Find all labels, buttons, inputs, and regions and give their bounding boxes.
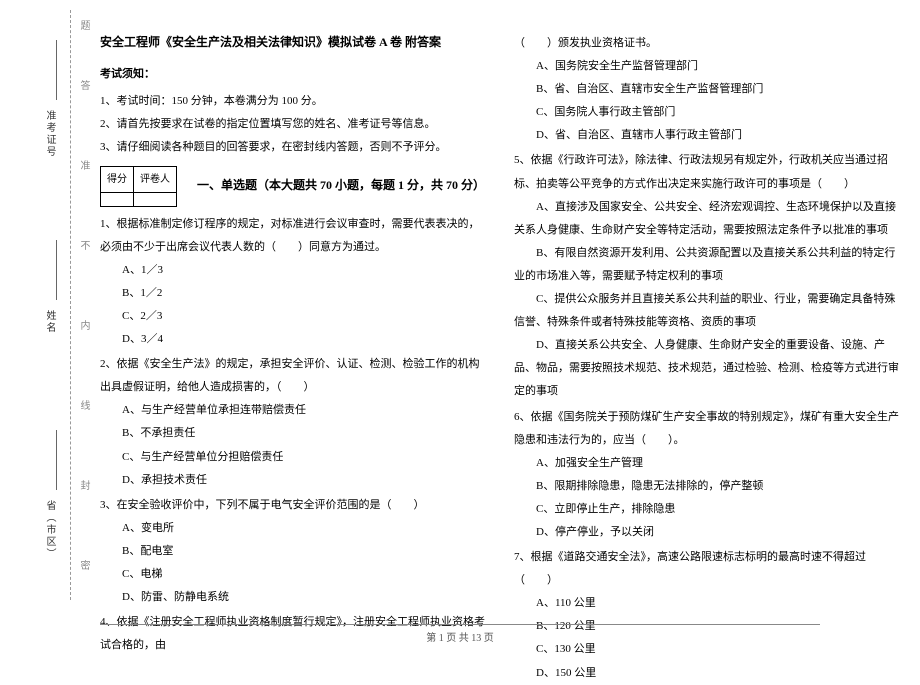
binding-dashed-line (70, 10, 71, 600)
binding-field-name: 姓名 (42, 310, 57, 334)
q5-stem: 5、依据《行政许可法》，除法律、行政法规另有规定外，行政机关应当通过招标、拍卖等… (514, 149, 900, 195)
q5-opt-c: C、提供公众服务并且直接关系公共利益的职业、行业，需要确定具备特殊信誉、特殊条件… (514, 288, 900, 334)
left-column: 安全工程师《安全生产法及相关法律知识》模拟试卷 A 卷 附答案 考试须知： 1、… (100, 30, 486, 685)
q1-opt-c: C、2／3 (100, 305, 486, 328)
seal-mark-ti: 题 (76, 20, 91, 30)
q5-opt-a: A、直接涉及国家安全、公共安全、经济宏观调控、生态环境保护以及直接关系人身健康、… (514, 196, 900, 242)
seal-mark-da: 答 (76, 80, 91, 90)
q7-opt-d: D、150 公里 (514, 662, 900, 685)
q1-opt-b: B、1／2 (100, 282, 486, 305)
q4-tail: （ ）颁发执业资格证书。 (514, 32, 900, 55)
q4-opt-a: A、国务院安全生产监督管理部门 (514, 55, 900, 78)
score-row: 得分 评卷人 一、单选题（本大题共 70 小题，每题 1 分，共 70 分） (100, 166, 485, 207)
seal-mark-zhun: 准 (76, 160, 91, 170)
q1-opt-a: A、1／3 (100, 259, 486, 282)
q5-opt-b: B、有限自然资源开发利用、公共资源配置以及直接关系公共利益的特定行业的市场准入等… (514, 242, 900, 288)
q7-opt-a: A、110 公里 (514, 592, 900, 615)
binding-field-province: 省（市区） (42, 500, 57, 560)
score-header-score: 得分 (101, 166, 134, 192)
notice-heading: 考试须知： (100, 63, 486, 86)
q4-opt-d: D、省、自治区、直辖市人事行政主管部门 (514, 124, 900, 147)
q6-opt-a: A、加强安全生产管理 (514, 452, 900, 475)
binding-field-ticket: 准考证号 (42, 110, 57, 158)
notice-item-1: 1、考试时间：150 分钟，本卷满分为 100 分。 (100, 90, 486, 113)
seal-mark-xian: 线 (76, 400, 91, 410)
q3-opt-b: B、配电室 (100, 540, 486, 563)
q4-opt-c: C、国务院人事行政主管部门 (514, 101, 900, 124)
section-1-title: 一、单选题（本大题共 70 小题，每题 1 分，共 70 分） (197, 173, 485, 198)
q5-opt-d: D、直接关系公共安全、人身健康、生命财产安全的重要设备、设施、产品、物品，需要按… (514, 334, 900, 403)
seal-mark-nei: 内 (76, 320, 91, 330)
page-footer: 第 1 页 共 13 页 (0, 624, 920, 644)
q6-stem: 6、依据《国务院关于预防煤矿生产安全事故的特别规定》，煤矿有重大安全生产隐患和违… (514, 406, 900, 452)
q4-opt-b: B、省、自治区、直辖市安全生产监督管理部门 (514, 78, 900, 101)
q6-opt-b: B、限期排除隐患，隐患无法排除的，停产整顿 (514, 475, 900, 498)
binding-margin: 省（市区） 姓名 准考证号 密 封 线 内 不 准 答 题 (0, 0, 90, 620)
q6-opt-d: D、停产停业，予以关闭 (514, 521, 900, 544)
notice-item-2: 2、请首先按要求在试卷的指定位置填写您的姓名、准考证号等信息。 (100, 113, 486, 136)
binding-underline-ticket (56, 40, 57, 100)
q7-stem: 7、根据《道路交通安全法》，高速公路限速标志标明的最高时速不得超过（ ） (514, 546, 900, 592)
q1-stem: 1、根据标准制定修订程序的规定，对标准进行会议审查时，需要代表表决的，必须由不少… (100, 213, 486, 259)
q3-opt-d: D、防雷、防静电系统 (100, 586, 486, 609)
exam-title: 安全工程师《安全生产法及相关法律知识》模拟试卷 A 卷 附答案 (100, 30, 486, 55)
binding-underline-province (56, 430, 57, 490)
q2-opt-c: C、与生产经营单位分担赔偿责任 (100, 446, 486, 469)
q3-stem: 3、在安全验收评价中，下列不属于电气安全评价范围的是（ ） (100, 494, 486, 517)
q6-opt-c: C、立即停止生产，排除隐患 (514, 498, 900, 521)
score-header-grader: 评卷人 (134, 166, 177, 192)
q3-opt-c: C、电梯 (100, 563, 486, 586)
q2-opt-a: A、与生产经营单位承担连带赔偿责任 (100, 399, 486, 422)
content-area: 安全工程师《安全生产法及相关法律知识》模拟试卷 A 卷 附答案 考试须知： 1、… (100, 30, 900, 685)
seal-mark-feng: 封 (76, 480, 91, 490)
score-cell-grader (134, 192, 177, 206)
q2-stem: 2、依据《安全生产法》的规定，承担安全评价、认证、检测、检验工作的机构出具虚假证… (100, 353, 486, 399)
seal-mark-mi: 密 (76, 560, 91, 570)
footer-divider (100, 624, 820, 625)
q1-opt-d: D、3／4 (100, 328, 486, 351)
score-cell-score (101, 192, 134, 206)
q2-opt-b: B、不承担责任 (100, 422, 486, 445)
page-number: 第 1 页 共 13 页 (426, 633, 494, 644)
q2-opt-d: D、承担技术责任 (100, 469, 486, 492)
q3-opt-a: A、变电所 (100, 517, 486, 540)
binding-underline-name (56, 240, 57, 300)
notice-item-3: 3、请仔细阅读各种题目的回答要求，在密封线内答题，否则不予评分。 (100, 136, 486, 159)
score-table: 得分 评卷人 (100, 166, 177, 207)
seal-mark-bu: 不 (76, 240, 91, 250)
right-column: （ ）颁发执业资格证书。 A、国务院安全生产监督管理部门 B、省、自治区、直辖市… (514, 30, 900, 685)
